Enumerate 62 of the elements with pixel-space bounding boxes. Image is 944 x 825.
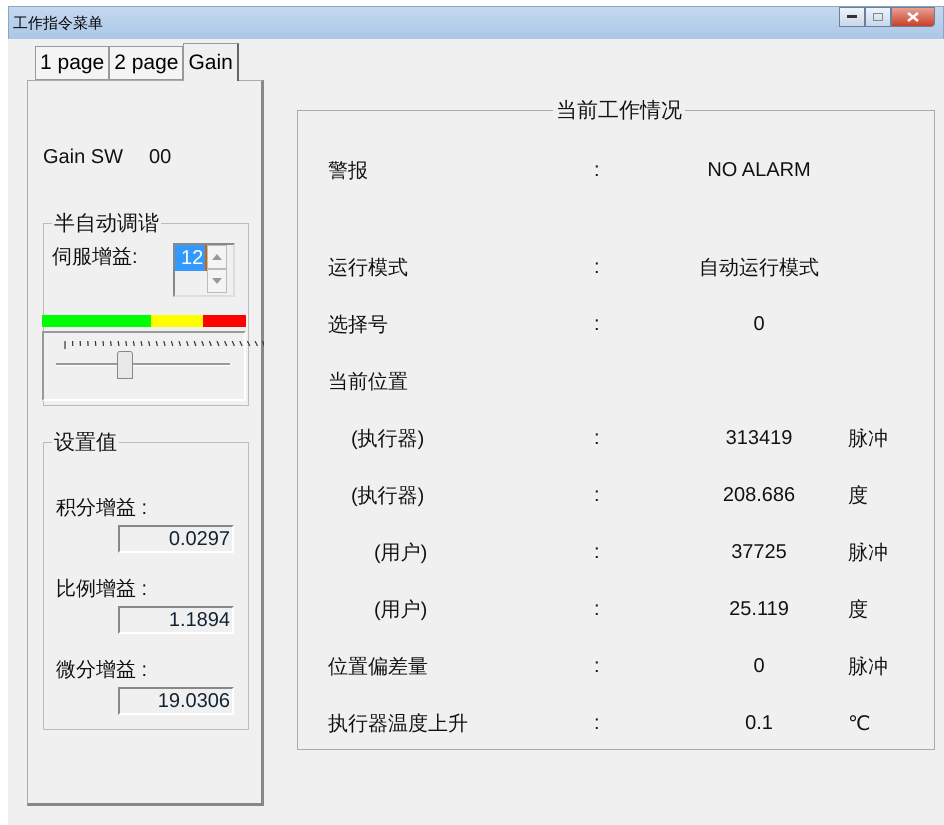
up-arrow-icon: [212, 254, 222, 260]
colon: :: [594, 655, 601, 678]
status-label: 执行器温度上升: [328, 712, 469, 737]
status-label: (用户): [374, 541, 428, 566]
tab[interactable]: 2 page: [109, 46, 184, 80]
group-title: 设置值: [53, 430, 118, 456]
colon: :: [594, 313, 601, 336]
colon: :: [594, 541, 601, 564]
colon: :: [594, 712, 601, 735]
group-title: 半自动调谐: [53, 211, 160, 237]
colon: :: [594, 159, 601, 182]
maximize-icon: [873, 13, 883, 21]
colon: :: [594, 256, 601, 279]
group-title: 当前工作情况: [555, 98, 683, 124]
status-value: 208.686: [722, 484, 796, 507]
gain-field[interactable]: 1.1894: [118, 606, 234, 634]
spinner-value: 12: [175, 245, 208, 271]
maximize-button[interactable]: [865, 7, 891, 27]
status-label: (执行器): [351, 484, 426, 509]
colon: :: [594, 598, 601, 621]
unit-label: 脉冲: [847, 427, 889, 452]
tab[interactable]: 1 page: [35, 46, 110, 80]
status-label: 当前位置: [328, 370, 409, 395]
status-label: (用户): [374, 598, 428, 623]
minimize-icon: [847, 15, 857, 19]
unit-label: 度: [847, 484, 869, 509]
status-value: NO ALARM: [706, 159, 812, 182]
status-label: 运行模式: [328, 256, 409, 281]
status-label: (执行器): [351, 427, 426, 452]
unit-label: 度: [847, 598, 869, 623]
gain-field[interactable]: 19.0306: [118, 687, 234, 715]
status-value: 25.119: [728, 598, 790, 621]
close-button[interactable]: [891, 7, 935, 27]
status-value: 0: [752, 655, 766, 678]
colon: :: [594, 484, 601, 507]
minimize-button[interactable]: [839, 7, 865, 27]
spin-down-button[interactable]: [207, 269, 228, 293]
close-icon: [907, 12, 919, 22]
spin-up-button[interactable]: [207, 245, 228, 269]
down-arrow-icon: [212, 278, 222, 284]
tab[interactable]: Gain: [183, 43, 239, 81]
status-value: 37725: [730, 541, 788, 564]
status-value: 313419: [724, 427, 794, 450]
slider-thumb[interactable]: [116, 351, 133, 379]
gain-label: 比例增益 :: [56, 577, 148, 602]
gain-label: 微分增益 :: [56, 658, 148, 683]
window-title: 工作指令菜单: [13, 14, 103, 32]
gain-label: 积分增益 :: [56, 496, 148, 521]
status-label: 选择号: [328, 313, 389, 338]
gain-sw-value: 00: [149, 146, 172, 169]
colon: :: [594, 427, 601, 450]
status-value: 0.1: [744, 712, 774, 735]
gain-sw-label: Gain SW: [43, 146, 124, 169]
unit-label: 脉冲: [847, 541, 889, 566]
status-value: 自动运行模式: [698, 256, 820, 281]
status-value: 0: [752, 313, 766, 336]
status-label: 位置偏差量: [328, 655, 429, 680]
unit-label: 脉冲: [847, 655, 889, 680]
unit-label: ℃: [847, 712, 872, 736]
gain-field[interactable]: 0.0297: [118, 525, 234, 553]
status-label: 警报: [328, 159, 369, 184]
servo-gain-label: 伺服增益:: [52, 245, 138, 270]
